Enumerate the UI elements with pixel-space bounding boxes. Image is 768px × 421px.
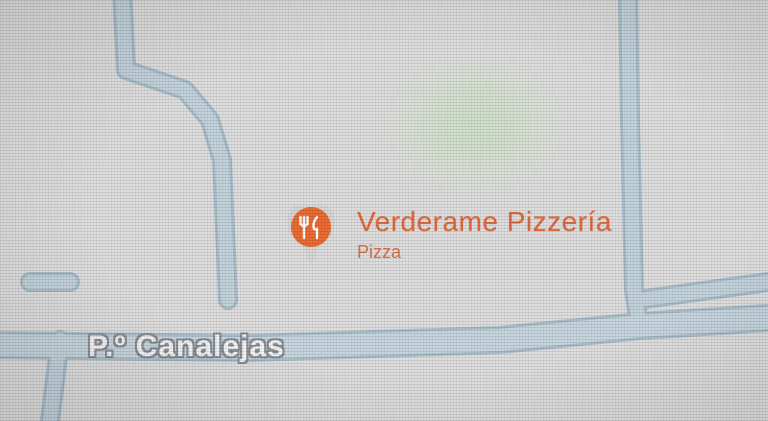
poi-verderame-pizzeria[interactable]: Verderame Pizzería Pizza: [287, 198, 612, 267]
restaurant-icon[interactable]: [287, 198, 335, 267]
poi-category: Pizza: [357, 242, 402, 262]
map-canvas[interactable]: Verderame Pizzería Pizza P.º Canalejas: [0, 0, 768, 421]
poi-name[interactable]: Verderame Pizzería: [357, 205, 612, 239]
street-label-canalejas: P.º Canalejas: [88, 330, 285, 363]
poi-text: Verderame Pizzería Pizza: [357, 205, 612, 263]
